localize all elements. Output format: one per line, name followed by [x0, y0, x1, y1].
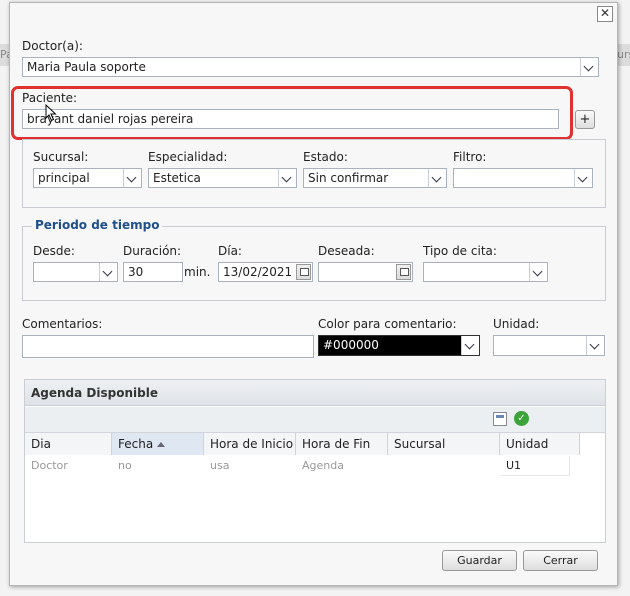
column-header-unidad[interactable]: Unidad	[500, 433, 580, 455]
column-header-hora-inicio[interactable]: Hora de Inicio	[204, 433, 296, 455]
sucursal-value: principal	[38, 171, 90, 185]
tipo-cita-select[interactable]	[423, 262, 548, 282]
chevron-down-icon[interactable]	[461, 336, 479, 355]
check-icon[interactable]: ✓	[514, 411, 529, 426]
unidad-select[interactable]	[493, 335, 605, 356]
chevron-down-icon[interactable]	[428, 169, 446, 187]
column-header-sucursal[interactable]: Sucursal	[388, 433, 500, 455]
sucursal-select[interactable]: principal	[33, 168, 142, 188]
guardar-button[interactable]: Guardar	[442, 550, 517, 571]
desde-select[interactable]	[33, 262, 118, 282]
doctor-label: Doctor(a):	[22, 39, 83, 53]
cell-sucursal	[388, 456, 500, 476]
especialidad-value: Estetica	[153, 171, 201, 185]
chevron-down-icon[interactable]	[99, 263, 117, 281]
duracion-label: Duración:	[123, 244, 182, 258]
especialidad-select[interactable]: Estetica	[148, 168, 297, 188]
background-tab-right: urs	[617, 44, 630, 66]
comentarios-input[interactable]	[22, 335, 314, 358]
filtro-label: Filtro:	[453, 150, 487, 164]
estado-value: Sin confirmar	[308, 171, 389, 185]
calendar-icon[interactable]	[396, 264, 411, 280]
dia-value: 13/02/2021	[223, 265, 293, 279]
unidad-label: Unidad:	[493, 317, 540, 331]
cell-unidad: U1	[500, 456, 570, 476]
calendar-icon[interactable]	[296, 264, 311, 280]
sucursal-label: Sucursal:	[33, 150, 89, 164]
chevron-down-icon[interactable]	[574, 169, 592, 187]
duracion-input[interactable]: 30	[123, 262, 183, 282]
cell-hora-inicio: usa	[210, 459, 230, 472]
periodo-legend: Periodo de tiempo	[32, 218, 163, 232]
paciente-highlight	[11, 86, 573, 140]
column-header-fecha[interactable]: Fecha	[112, 433, 204, 455]
column-header-dia[interactable]: Dia	[25, 433, 112, 455]
cerrar-button[interactable]: Cerrar	[523, 550, 598, 571]
desde-label: Desde:	[33, 244, 75, 258]
deseada-date-input[interactable]	[318, 262, 413, 282]
estado-select[interactable]: Sin confirmar	[303, 168, 447, 188]
cell-fecha: no	[118, 459, 132, 472]
close-icon[interactable]: ✕	[597, 6, 613, 22]
sort-ascending-icon	[157, 442, 166, 447]
duracion-value: 30	[128, 265, 144, 279]
chevron-down-icon[interactable]	[123, 169, 141, 187]
dia-label: Día:	[218, 244, 242, 258]
agenda-title: Agenda Disponible	[25, 380, 605, 406]
mouse-cursor-icon	[45, 104, 57, 122]
column-header-hora-fin[interactable]: Hora de Fin	[296, 433, 388, 455]
background-tab-left: Pa	[0, 44, 13, 66]
estado-label: Estado:	[303, 150, 348, 164]
duracion-unit: min.	[184, 265, 211, 279]
comentarios-label: Comentarios:	[22, 317, 103, 331]
doctor-value: Maria Paula soporte	[27, 60, 146, 74]
chevron-down-icon[interactable]	[529, 263, 547, 281]
cell-dia: Doctor	[31, 459, 68, 472]
appointment-dialog: ✕ Doctor(a): Maria Paula soporte Pacient…	[9, 2, 618, 586]
especialidad-label: Especialidad:	[148, 150, 228, 164]
doctor-select[interactable]: Maria Paula soporte	[22, 57, 599, 77]
color-comentario-select[interactable]: #000000	[318, 335, 480, 356]
calendar-view-icon[interactable]	[493, 412, 507, 426]
dia-date-input[interactable]: 13/02/2021	[218, 262, 313, 282]
chevron-down-icon[interactable]	[586, 336, 604, 355]
chevron-down-icon[interactable]	[580, 58, 598, 76]
column-header-fecha-label: Fecha	[118, 437, 154, 451]
agenda-toolbar: ✓	[25, 407, 605, 433]
chevron-down-icon[interactable]	[278, 169, 296, 187]
cell-hora-fin: Agenda	[302, 459, 344, 472]
tipo-cita-label: Tipo de cita:	[423, 244, 497, 258]
color-comentario-value: #000000	[323, 338, 379, 352]
filtro-select[interactable]	[453, 168, 593, 188]
agenda-grid: Agenda Disponible ✓ Dia Fecha Hora de In…	[24, 379, 606, 543]
color-comentario-label: Color para comentario:	[318, 317, 457, 331]
deseada-label: Deseada:	[318, 244, 375, 258]
add-patient-button[interactable]: +	[575, 110, 595, 129]
